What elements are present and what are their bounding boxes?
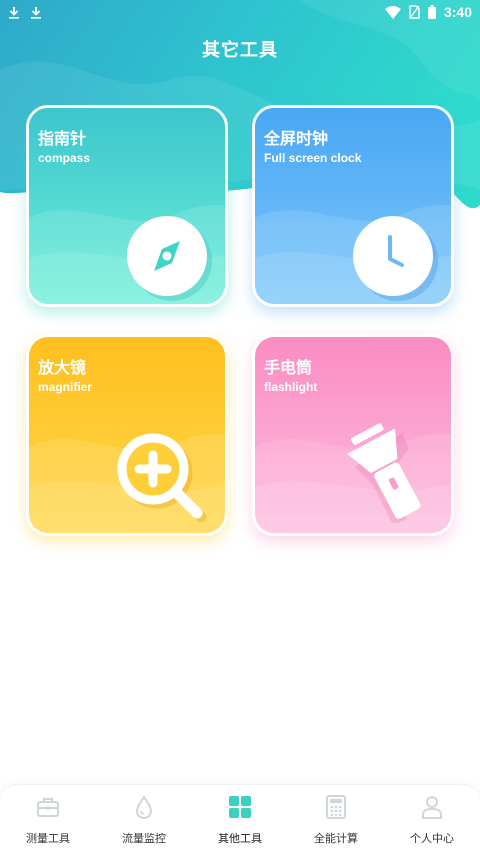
nav-item-calculator[interactable]: 全能计算 (288, 785, 384, 854)
grid-icon (229, 796, 251, 818)
magnifier-icon (117, 433, 207, 523)
card-title: 指南针 (38, 129, 87, 148)
card-subtitle: Full screen clock (264, 151, 362, 165)
toolbox-icon (37, 798, 59, 817)
compass-tool-card[interactable]: 指南针 compass (26, 105, 228, 307)
card-title: 全屏时钟 (264, 129, 329, 148)
nav-label: 流量监控 (122, 832, 166, 845)
flashlight-tool-card[interactable]: 手电筒 flashlight (252, 334, 454, 536)
nav-item-profile[interactable]: 个人中心 (384, 785, 480, 854)
person-icon (422, 796, 442, 819)
wifi-icon (384, 5, 401, 19)
download-icon (31, 6, 41, 19)
card-title: 放大镜 (38, 358, 87, 377)
compass-icon (127, 216, 212, 301)
card-subtitle: compass (38, 151, 91, 165)
nav-label: 测量工具 (26, 832, 70, 845)
no-sim-icon (409, 5, 420, 19)
clock-icon (353, 216, 438, 301)
card-subtitle: flashlight (264, 380, 318, 394)
nav-label: 其他工具 (218, 832, 262, 845)
calculator-icon (326, 795, 346, 819)
status-time: 3:40 (443, 4, 472, 20)
download-icon (9, 6, 19, 19)
nav-item-traffic-monitor[interactable]: 流量监控 (96, 785, 192, 854)
clock-tool-card[interactable]: 全屏时钟 Full screen clock (252, 105, 454, 307)
card-title: 手电筒 (264, 358, 313, 377)
status-bar: 3:40 (0, 0, 480, 24)
page-title: 其它工具 (202, 40, 278, 61)
battery-icon (427, 5, 436, 19)
bottom-navigation: 测量工具 流量监控 其他工具 全能计算 个人中心 (0, 784, 480, 854)
nav-item-measure-tools[interactable]: 测量工具 (0, 785, 96, 854)
nav-label: 全能计算 (314, 832, 358, 845)
nav-item-other-tools[interactable]: 其他工具 (192, 785, 288, 854)
nav-label: 个人中心 (410, 832, 454, 845)
water-drop-icon (135, 795, 153, 819)
magnifier-tool-card[interactable]: 放大镜 magnifier (26, 334, 228, 536)
card-subtitle: magnifier (38, 380, 93, 394)
flashlight-icon (347, 423, 421, 523)
